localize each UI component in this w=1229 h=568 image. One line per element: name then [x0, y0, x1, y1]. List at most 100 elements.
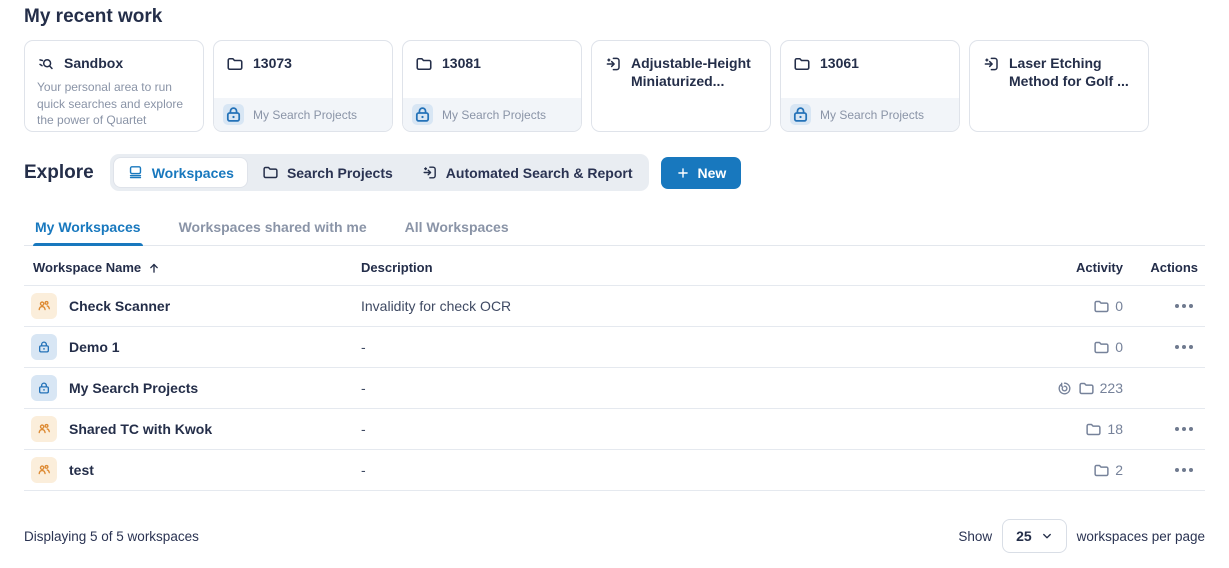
card-title: 13061 [820, 55, 859, 71]
segment-search-projects[interactable]: Search Projects [249, 158, 406, 187]
workspace-name-cell[interactable]: test [24, 457, 361, 483]
activity-count: 0 [1115, 339, 1123, 355]
segment-label: Automated Search & Report [445, 164, 633, 181]
folder-icon [1093, 298, 1110, 315]
page-size-control: Show 25 workspaces per page [958, 519, 1205, 553]
activity-cell: 0 [977, 339, 1127, 356]
activity-count: 223 [1099, 380, 1123, 396]
workspace-name-cell[interactable]: My Search Projects [24, 375, 361, 401]
folder-icon [1093, 339, 1110, 356]
segment-automated-search-report[interactable]: Automated Search & Report [408, 158, 646, 187]
card-title: Adjustable-Height Miniaturized... [631, 55, 751, 90]
plus-icon [676, 166, 690, 180]
activity-count: 18 [1107, 421, 1123, 437]
table-body: Check Scanner Invalidity for check OCR 0… [24, 286, 1205, 491]
workspace-name-header-label: Workspace Name [33, 260, 142, 275]
tab-all-workspaces[interactable]: All Workspaces [403, 211, 511, 245]
card-title: Sandbox [64, 55, 124, 71]
card-description: Your personal area to run quick searches… [37, 80, 184, 128]
tab-my-workspaces[interactable]: My Workspaces [33, 211, 143, 246]
tab-workspaces-shared-with-me[interactable]: Workspaces shared with me [177, 211, 369, 245]
results-summary: Displaying 5 of 5 workspaces [24, 528, 199, 544]
card-workspace-label: My Search Projects [442, 107, 547, 122]
workspace-name: test [69, 462, 94, 478]
lock-icon [31, 334, 57, 360]
table-row: test - 2 [24, 450, 1205, 491]
chevron-down-icon [1041, 530, 1053, 542]
folder-icon [262, 164, 279, 181]
activity-cell: 2 [977, 462, 1127, 479]
row-actions-button[interactable] [1173, 421, 1195, 437]
folder-icon [415, 55, 433, 73]
folder-icon [1093, 462, 1110, 479]
workspace-description: - [361, 421, 366, 437]
workspace-description: - [361, 380, 366, 396]
activity-count: 0 [1115, 298, 1123, 314]
automated-report-icon [982, 55, 1000, 73]
explore-section-header: Explore Workspaces Search Projects Autom… [24, 154, 1205, 191]
table-row: Demo 1 - 0 [24, 327, 1205, 368]
workspace-name: Shared TC with Kwok [69, 421, 213, 437]
activity-count: 2 [1115, 462, 1123, 478]
workspace-name: Demo 1 [69, 339, 120, 355]
column-header-actions: Actions [1150, 260, 1198, 275]
recent-cards-row: Sandbox Your personal area to run quick … [24, 40, 1205, 132]
recent-work-card[interactable]: Adjustable-Height Miniaturized... [591, 40, 771, 132]
automated-report-icon [604, 55, 622, 73]
row-actions-button[interactable] [1173, 339, 1195, 355]
workspaces-page: My recent work Sandbox Your personal are… [0, 0, 1229, 553]
column-header-description: Description [361, 260, 433, 275]
recent-work-card[interactable]: Sandbox Your personal area to run quick … [24, 40, 204, 132]
workspace-name: My Search Projects [69, 380, 199, 396]
workspace-name-cell[interactable]: Demo 1 [24, 334, 361, 360]
table-row: Shared TC with Kwok - 18 [24, 409, 1205, 450]
new-button-label: New [697, 164, 727, 181]
explore-type-segmented-control: Workspaces Search Projects Automated Sea… [109, 154, 650, 191]
card-title: 13073 [253, 55, 292, 71]
table-row: My Search Projects - 223 [24, 368, 1205, 409]
recent-work-card[interactable]: 13073 My Search Projects [213, 40, 393, 132]
segment-label: Search Projects [286, 164, 393, 181]
workspace-name-cell[interactable]: Shared TC with Kwok [24, 416, 361, 442]
list-footer: Displaying 5 of 5 workspaces Show 25 wor… [24, 519, 1205, 553]
column-header-activity: Activity [1076, 260, 1123, 275]
people-icon [31, 457, 57, 483]
folder-icon [226, 55, 244, 73]
sandbox-search-icon [37, 55, 55, 73]
workspace-name: Check Scanner [69, 298, 171, 314]
card-workspace-footer: My Search Projects [781, 98, 959, 131]
segment-workspaces[interactable]: Workspaces [113, 158, 247, 187]
workspaces-table: Workspace Name Description Activity Acti… [24, 250, 1205, 491]
workspaces-icon [127, 164, 144, 181]
workspace-description: - [361, 339, 366, 355]
new-button[interactable]: New [661, 156, 742, 189]
page-size-dropdown[interactable]: 25 [1002, 519, 1067, 553]
recent-work-card[interactable]: 13081 My Search Projects [402, 40, 582, 132]
explore-title: Explore [24, 161, 94, 183]
lock-icon [223, 104, 244, 125]
table-header-row: Workspace Name Description Activity Acti… [24, 250, 1205, 286]
activity-cell: 18 [977, 421, 1127, 438]
lock-icon [31, 375, 57, 401]
workspace-description: Invalidity for check OCR [361, 298, 512, 314]
show-label: Show [958, 528, 993, 544]
recent-work-card[interactable]: Laser Etching Method for Golf ... [969, 40, 1149, 132]
sort-ascending-icon [147, 261, 161, 275]
workspace-name-cell[interactable]: Check Scanner [24, 293, 361, 319]
bullseye-icon [1056, 380, 1073, 397]
recent-work-title: My recent work [24, 6, 163, 27]
column-header-workspace-name[interactable]: Workspace Name [24, 260, 361, 275]
workspace-description: - [361, 462, 366, 478]
row-actions-button[interactable] [1173, 298, 1195, 314]
card-workspace-label: My Search Projects [253, 107, 358, 122]
recent-work-card[interactable]: 13061 My Search Projects [780, 40, 960, 132]
segment-label: Workspaces [151, 164, 234, 181]
lock-icon [412, 104, 433, 125]
card-workspace-footer: My Search Projects [214, 98, 392, 131]
folder-icon [1078, 380, 1095, 397]
page-size-value: 25 [1016, 528, 1032, 544]
card-workspace-label: My Search Projects [820, 107, 925, 122]
people-icon [31, 293, 57, 319]
row-actions-button[interactable] [1173, 462, 1195, 478]
workspace-filter-tabs: My Workspaces Workspaces shared with me … [24, 211, 1205, 246]
